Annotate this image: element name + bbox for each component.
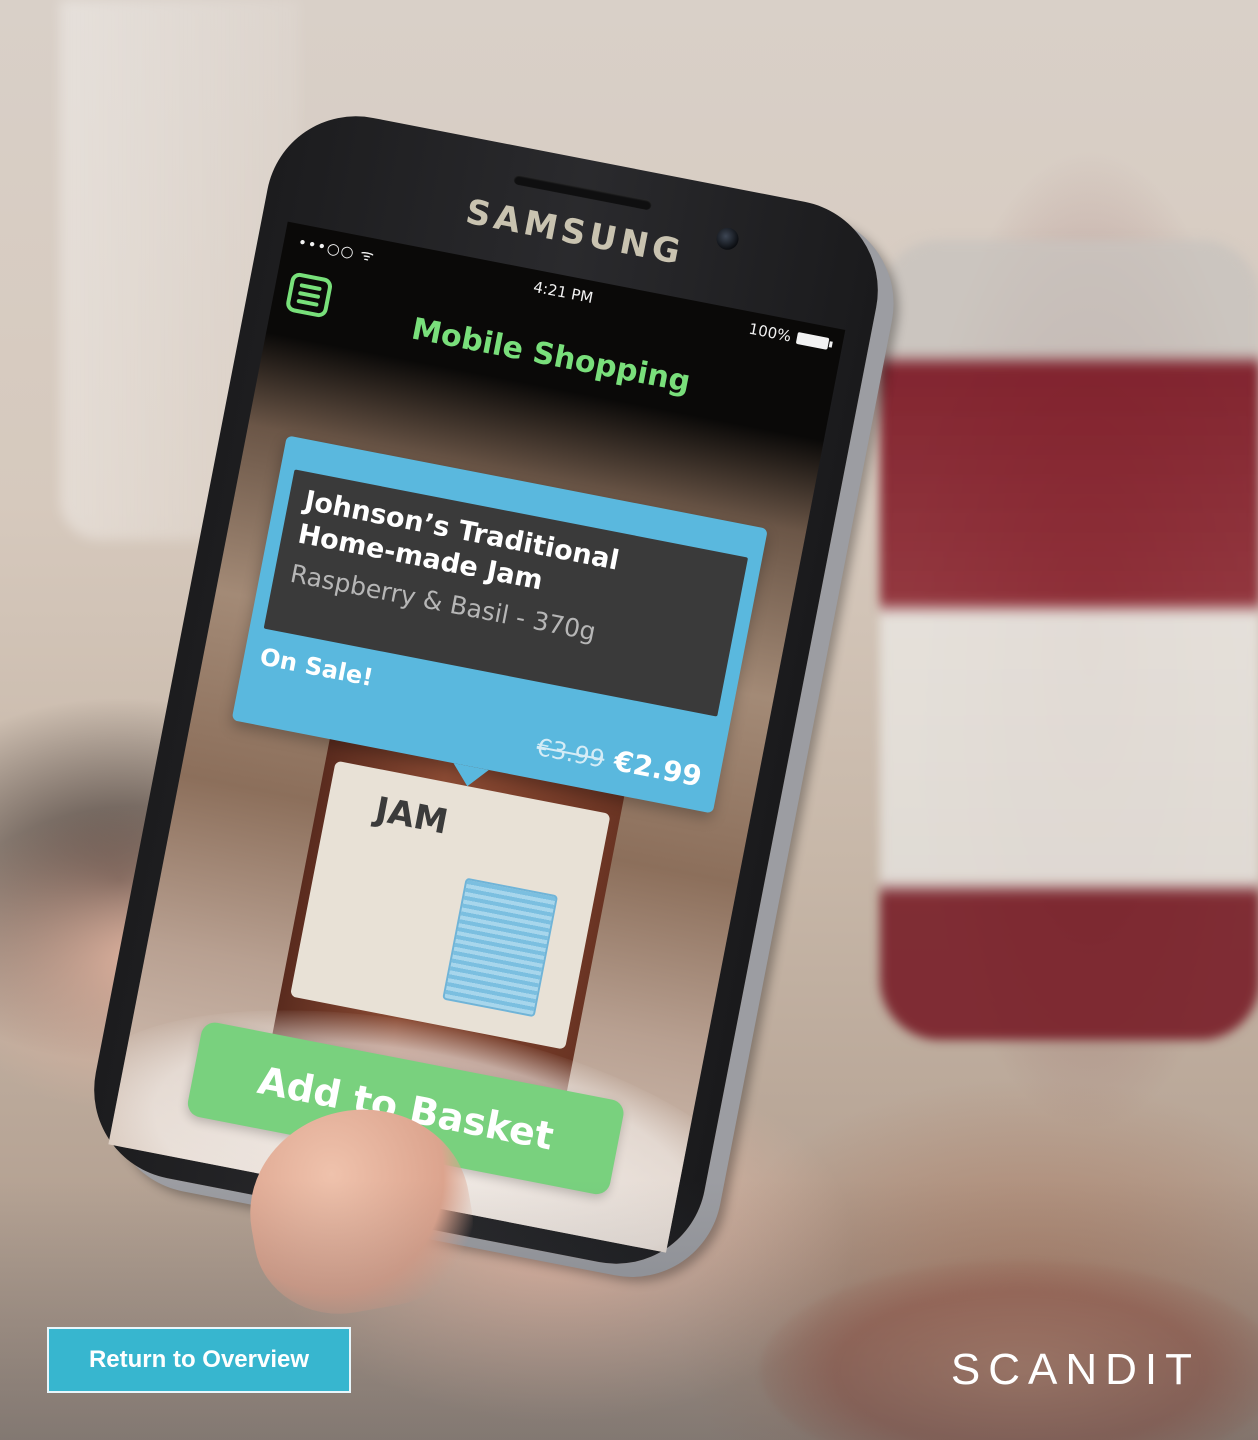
battery-percent: 100% [747,319,793,346]
old-price: €3.99 [534,732,607,774]
price-row: €3.99 €2.99 [534,729,705,794]
return-to-overview-button[interactable]: Return to Overview [47,1327,351,1393]
product-info-card[interactable]: Johnson’s Traditional Home-made Jam Rasp… [231,435,768,814]
scandit-logo: SCANDIT [950,1345,1200,1394]
battery-icon [795,331,830,350]
bottom-shade [0,1180,1258,1440]
battery-indicator: 100% [747,320,830,353]
sale-badge: On Sale! [257,642,376,692]
new-price: €2.99 [611,744,705,794]
photo-scene: SAMSUNG •••○○ ᯤ 4:21 PM 100% Mobile Shop… [0,0,1258,1440]
background-jam-jar [880,240,1258,1040]
